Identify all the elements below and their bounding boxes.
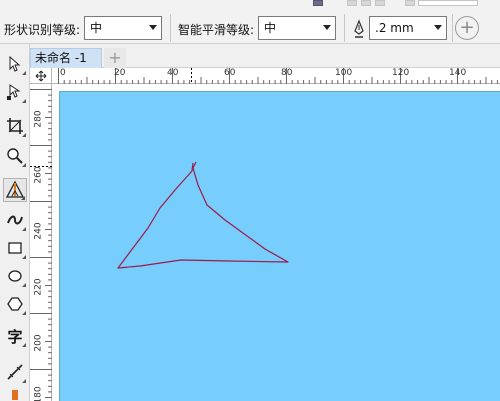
fill-tool-icon	[12, 389, 18, 400]
drawing-canvas[interactable]	[52, 84, 500, 401]
text-tool[interactable]: 字	[3, 324, 27, 348]
text-tool-icon: 字	[7, 327, 23, 346]
ruler-label: 200	[33, 334, 44, 352]
fill-tool[interactable]	[3, 388, 27, 401]
ruler-label: 180	[33, 386, 44, 401]
dimension-tool[interactable]	[3, 360, 27, 384]
freehand-triangle[interactable]	[0, 0, 441, 310]
separator	[452, 14, 453, 42]
ruler-label: 140	[449, 68, 467, 78]
drawing-page[interactable]	[59, 91, 500, 401]
add-preset-button[interactable]: +	[455, 16, 479, 40]
